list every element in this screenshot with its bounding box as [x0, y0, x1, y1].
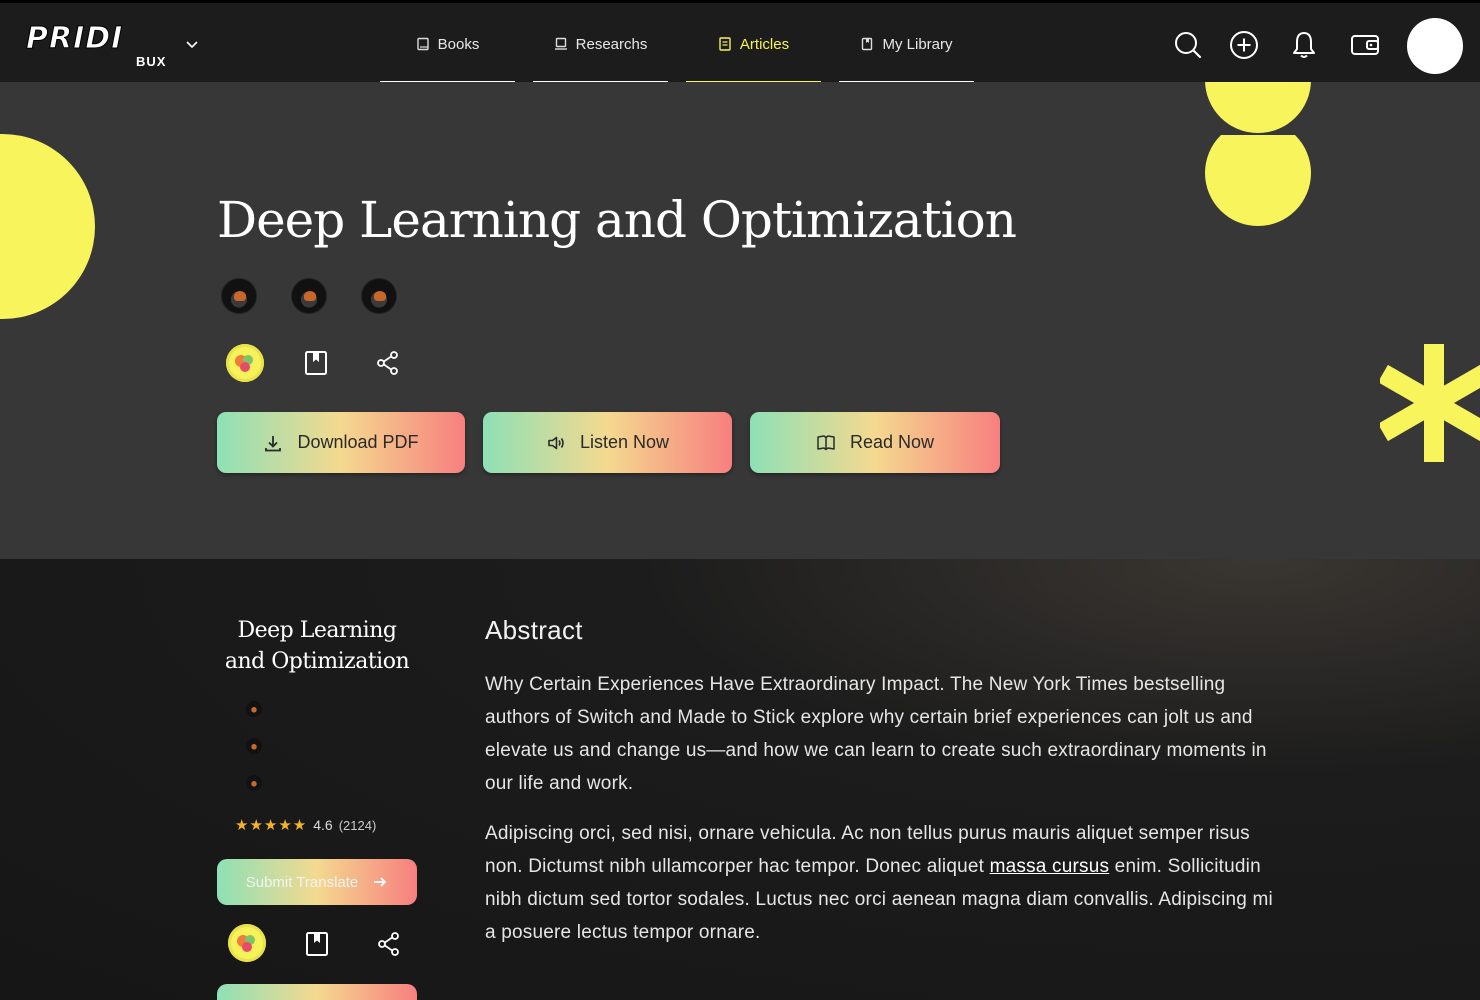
abstract-paragraph: Adipiscing orci, sed nisi, ornare vehicu…: [485, 823, 1273, 943]
download-icon: [265, 435, 282, 451]
add-circle-icon[interactable]: [1229, 30, 1259, 60]
abstract-heading: Abstract: [485, 615, 583, 645]
top-navbar: PRIDI BUX Books Researchs Articles My Li…: [0, 0, 1480, 85]
author-avatar-small[interactable]: [246, 775, 262, 791]
book-icon: [416, 37, 429, 51]
tab-books[interactable]: Books: [380, 3, 515, 85]
reaction-emoji-icon[interactable]: [226, 344, 264, 382]
tab-label: Books: [437, 35, 480, 53]
bookmark-icon[interactable]: [304, 931, 330, 957]
decorative-circle: [0, 134, 95, 319]
decorative-half-circle: [1205, 82, 1311, 133]
button-label: Listen Now: [579, 432, 670, 452]
sidebar-title: Deep Learning and Optimization: [224, 618, 410, 674]
author-avatar[interactable]: [291, 278, 327, 314]
listen-now-button[interactable]: Listen Now: [483, 412, 732, 473]
article-hero: Deep Learning and Optimization Download …: [0, 82, 1480, 559]
tab-my-library[interactable]: My Library: [839, 3, 974, 85]
secondary-action-button[interactable]: [217, 984, 417, 1000]
button-label: Submit Translate: [245, 873, 359, 891]
logo-wordmark: PRIDI: [25, 21, 124, 56]
wallet-icon[interactable]: [1350, 30, 1380, 60]
bookmark-icon[interactable]: [303, 350, 329, 376]
author-avatar-small[interactable]: [246, 738, 262, 754]
share-icon[interactable]: [375, 350, 401, 376]
document-icon: [719, 37, 731, 51]
tab-researchs[interactable]: Researchs: [533, 3, 668, 85]
star-rating-icon: ★★★★★: [235, 817, 308, 834]
inline-link[interactable]: massa cursus: [990, 856, 1110, 877]
tab-articles[interactable]: Articles: [686, 3, 821, 85]
rating: ★★★★★ 4.6 (2124): [235, 816, 376, 834]
laptop-icon: [554, 37, 567, 50]
decorative-asterisk-icon: [1380, 344, 1480, 462]
download-pdf-button[interactable]: Download PDF: [217, 412, 465, 473]
brand-logo[interactable]: PRIDI BUX: [25, 21, 174, 69]
abstract-paragraph: Why Certain Experiences Have Extraordina…: [485, 674, 1267, 794]
author-avatar-small[interactable]: [246, 701, 262, 717]
submit-translate-button[interactable]: Submit Translate: [217, 859, 417, 905]
bell-icon[interactable]: [1289, 30, 1319, 60]
read-now-button[interactable]: Read Now: [750, 412, 1000, 473]
decorative-half-circle: [1205, 135, 1311, 226]
rating-count: (2124): [338, 817, 377, 833]
button-label: Read Now: [849, 432, 935, 452]
bookmark-book-icon: [862, 37, 873, 51]
button-label: Download PDF: [297, 432, 419, 452]
author-avatar[interactable]: [221, 278, 257, 314]
arrow-right-icon: [374, 877, 387, 887]
search-icon[interactable]: [1173, 30, 1203, 60]
tab-label: Articles: [739, 35, 790, 53]
user-avatar[interactable]: [1407, 18, 1463, 74]
tab-label: Researchs: [575, 35, 648, 53]
article-details: Deep Learning and Optimization ★★★★★ 4.6…: [0, 559, 1480, 1000]
article-title: Deep Learning and Optimization: [217, 191, 1017, 249]
logo-subtext: BUX: [136, 54, 167, 69]
open-book-icon: [817, 434, 835, 450]
author-avatar[interactable]: [361, 278, 397, 314]
share-icon[interactable]: [376, 931, 402, 957]
reaction-emoji-icon[interactable]: [228, 924, 266, 962]
speaker-icon: [548, 436, 564, 449]
rating-value: 4.6: [313, 817, 333, 833]
tab-label: My Library: [882, 35, 953, 53]
chevron-down-icon[interactable]: [184, 37, 200, 53]
